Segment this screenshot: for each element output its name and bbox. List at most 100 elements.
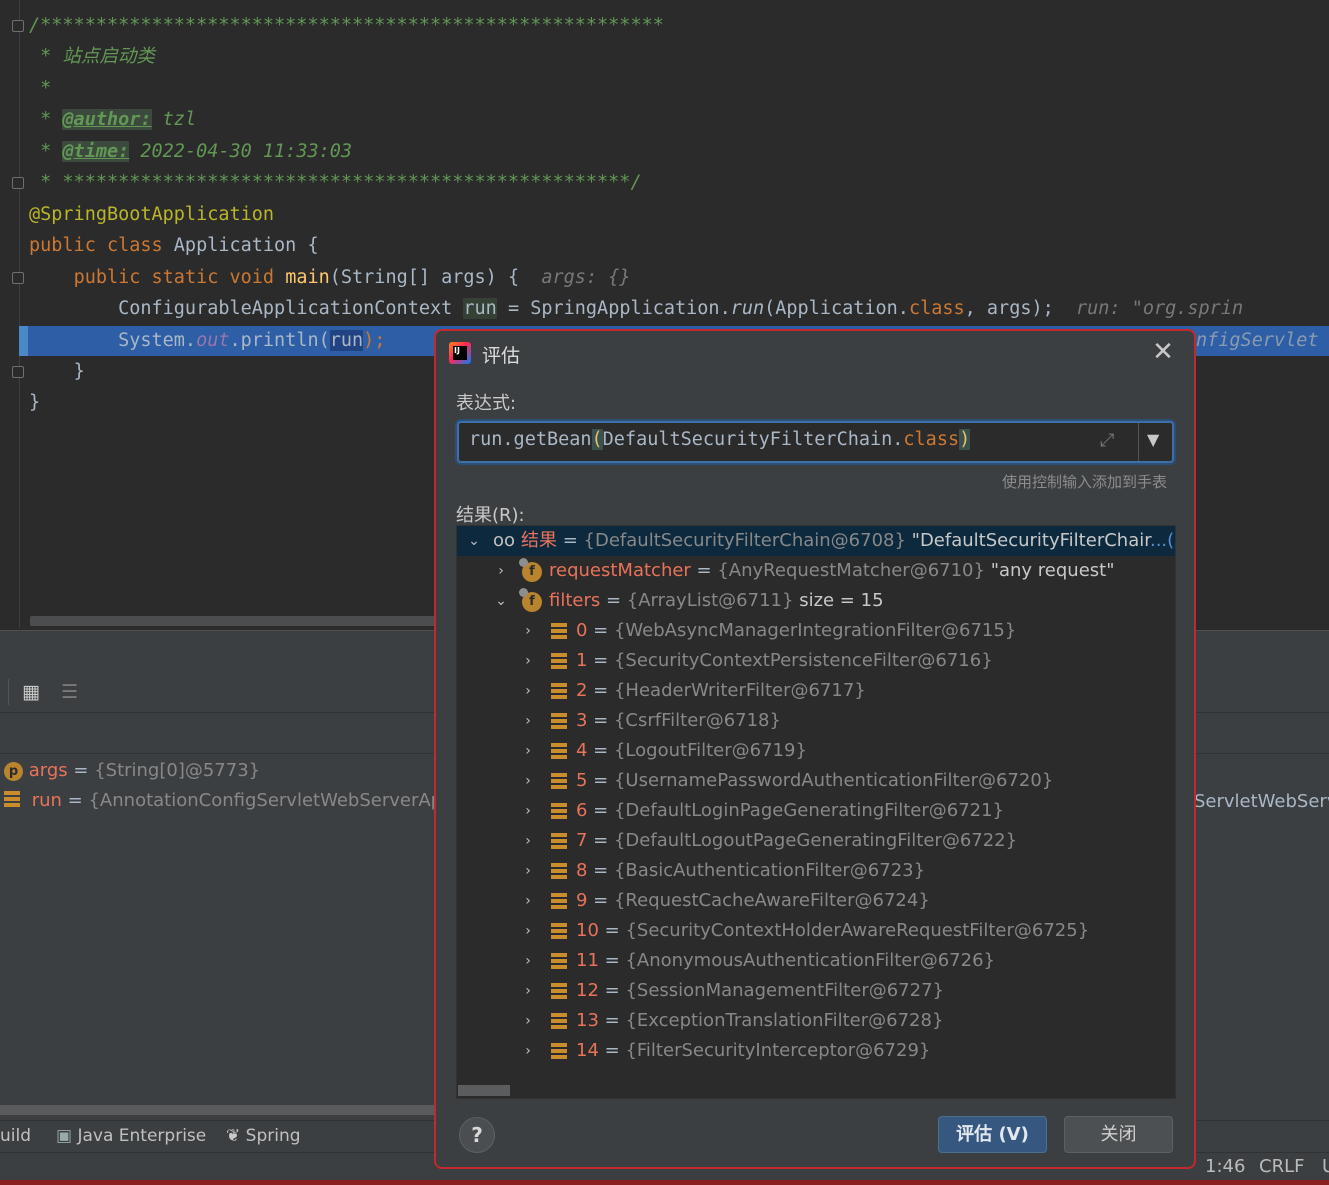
chevron-right-icon[interactable]: › — [521, 736, 535, 766]
variables-horizontal-scrollbar[interactable] — [0, 1105, 435, 1115]
tree-row-filter-item[interactable]: › 1 = {SecurityContextPersistenceFilter@6… — [457, 646, 1175, 676]
inline-hint: args: {} — [541, 267, 631, 288]
chevron-right-icon[interactable]: › — [494, 556, 508, 586]
code-line-1: /***************************************… — [29, 15, 664, 36]
tree-row-filter-item[interactable]: › 10 = {SecurityContextHolderAwareRequest… — [457, 916, 1175, 946]
tree-row-filter-item[interactable]: › 0 = {WebAsyncManagerIntegrationFilter@6… — [457, 616, 1175, 646]
fold-icon[interactable] — [12, 20, 24, 32]
tree-row-request-matcher[interactable]: › f requestMatcher = {AnyRequestMatcher@… — [457, 556, 1175, 586]
tree-row-filter-item[interactable]: › 5 = {UsernamePasswordAuthenticationFilt… — [457, 766, 1175, 796]
chevron-down-icon[interactable]: ⌄ — [467, 526, 481, 556]
line-separator[interactable]: CRLF — [1259, 1156, 1304, 1177]
tree-row-filter-item[interactable]: › 2 = {HeaderWriterFilter@6717} — [457, 676, 1175, 706]
tab-spring[interactable]: ❦ Spring — [226, 1126, 301, 1146]
layout-settings-icon[interactable]: ☰ — [61, 681, 78, 703]
tree-row-result[interactable]: ⌄ oo 结果 = {DefaultSecurityFilterChain@67… — [457, 526, 1175, 556]
chevron-right-icon[interactable]: › — [521, 946, 535, 976]
tree-row-filter-item[interactable]: › 7 = {DefaultLogoutPageGeneratingFilter@… — [457, 826, 1175, 856]
help-button[interactable]: ? — [459, 1117, 495, 1153]
expression-text[interactable]: run.getBean(DefaultSecurityFilterChain.c… — [469, 429, 971, 450]
result-tree[interactable]: ⌄ oo 结果 = {DefaultSecurityFilterChain@67… — [456, 525, 1176, 1099]
dialog-title: 评估 — [482, 345, 521, 367]
parameter-icon: p — [4, 762, 23, 781]
array-element-icon — [551, 983, 567, 999]
field-icon: f — [519, 558, 542, 582]
code-line-11: System.out.println(run); — [118, 330, 386, 351]
tree-row-filter-item[interactable]: › 4 = {LogoutFilter@6719} — [457, 736, 1175, 766]
tree-row-filter-item[interactable]: › 11 = {AnonymousAuthenticationFilter@672… — [457, 946, 1175, 976]
chevron-right-icon[interactable]: › — [521, 916, 535, 946]
tab-build[interactable]: uild — [0, 1126, 31, 1146]
tab-java-enterprise[interactable]: ▣ Java Enterprise — [56, 1126, 206, 1146]
author-tag: @author: — [62, 109, 152, 130]
tree-row-filter-item[interactable]: › 8 = {BasicAuthenticationFilter@6723} — [457, 856, 1175, 886]
table-view-icon[interactable]: ▦ — [22, 681, 40, 703]
tree-horizontal-scrollbar[interactable] — [458, 1085, 510, 1096]
array-element-icon — [551, 893, 567, 909]
tree-row-filter-item[interactable]: › 6 = {DefaultLoginPageGeneratingFilter@6… — [457, 796, 1175, 826]
tree-row-filter-item[interactable]: › 13 = {ExceptionTranslationFilter@6728} — [457, 1006, 1175, 1036]
fold-icon[interactable] — [12, 272, 24, 284]
expand-icon[interactable]: ⤢ — [1100, 430, 1114, 451]
variable-row[interactable]: p args = {String[0]@5773} — [4, 756, 260, 786]
file-encoding[interactable]: U — [1322, 1156, 1329, 1177]
tree-row-filter-item[interactable]: › 3 = {CsrfFilter@6718} — [457, 706, 1175, 736]
chevron-down-icon[interactable]: ⌄ — [494, 586, 508, 616]
inline-hint: nfigServlet — [1196, 330, 1319, 351]
code-line-4: * @author: tzl — [29, 109, 197, 130]
variable-value-peek: ServletWebServ — [1194, 791, 1329, 812]
chevron-right-icon[interactable]: › — [521, 616, 535, 646]
array-element-icon — [551, 773, 567, 789]
intellij-logo-icon: IJ — [449, 342, 471, 364]
evaluate-dialog: IJ 评估 ✕ 表达式: run.getBean(DefaultSecurity… — [434, 329, 1196, 1169]
expression-label: 表达式: — [456, 393, 517, 414]
evaluate-button[interactable]: 评估 (V) — [938, 1116, 1047, 1153]
editor-horizontal-scrollbar[interactable] — [30, 616, 435, 626]
result-label: 结果(R): — [456, 505, 525, 526]
array-element-icon — [551, 953, 567, 969]
fold-icon[interactable] — [12, 177, 24, 189]
chevron-right-icon[interactable]: › — [521, 856, 535, 886]
fold-icon[interactable] — [12, 366, 24, 378]
code-line-8: public class Application { — [29, 235, 319, 256]
field-icon: f — [519, 588, 542, 612]
chevron-right-icon[interactable]: › — [521, 826, 535, 856]
window-bottom-edge — [0, 1180, 1329, 1185]
chevron-right-icon[interactable]: › — [521, 646, 535, 676]
code-line-3: * — [29, 78, 52, 99]
tree-row-filter-item[interactable]: › 9 = {RequestCacheAwareFilter@6724} — [457, 886, 1175, 916]
array-element-icon — [551, 713, 567, 729]
code-line-12: } — [73, 361, 85, 382]
array-element-icon — [551, 1013, 567, 1029]
code-line-2: * 站点启动类 — [29, 46, 155, 67]
array-element-icon — [551, 1043, 567, 1059]
caret-position[interactable]: 1:46 — [1205, 1156, 1245, 1177]
array-element-icon — [551, 653, 567, 669]
watch-glasses-icon: oo — [493, 530, 516, 551]
show-value-link[interactable]: ...(显示) — [1150, 530, 1175, 551]
execution-marker — [19, 326, 28, 356]
chevron-right-icon[interactable]: › — [521, 1006, 535, 1036]
chevron-right-icon[interactable]: › — [521, 886, 535, 916]
chevron-right-icon[interactable]: › — [521, 976, 535, 1006]
expression-input[interactable]: run.getBean(DefaultSecurityFilterChain.c… — [457, 421, 1174, 463]
code-line-5: * @time: 2022-04-30 11:33:03 — [29, 141, 353, 162]
history-dropdown-icon[interactable]: ▼ — [1147, 430, 1159, 449]
object-field-icon — [4, 791, 20, 807]
array-element-icon — [551, 803, 567, 819]
add-to-watches-link[interactable]: 使用控制输入添加到手表 — [1002, 471, 1167, 492]
chevron-right-icon[interactable]: › — [521, 676, 535, 706]
code-line-9: public static void main(String[] args) {… — [73, 267, 631, 288]
variable-row[interactable]: run = {AnnotationConfigServletWebServerA… — [4, 786, 459, 816]
chevron-right-icon[interactable]: › — [521, 766, 535, 796]
code-line-7: @SpringBootApplication — [29, 204, 275, 225]
chevron-right-icon[interactable]: › — [521, 706, 535, 736]
array-element-icon — [551, 833, 567, 849]
tree-row-filters[interactable]: ⌄ f filters = {ArrayList@6711} size = 15 — [457, 586, 1175, 616]
chevron-right-icon[interactable]: › — [521, 796, 535, 826]
close-icon[interactable]: ✕ — [1148, 337, 1178, 367]
tree-row-filter-item[interactable]: › 12 = {SessionManagementFilter@6727} — [457, 976, 1175, 1006]
tree-row-filter-item[interactable]: › 14 = {FilterSecurityInterceptor@6729} — [457, 1036, 1175, 1066]
close-button[interactable]: 关闭 — [1064, 1116, 1173, 1153]
chevron-right-icon[interactable]: › — [521, 1036, 535, 1066]
